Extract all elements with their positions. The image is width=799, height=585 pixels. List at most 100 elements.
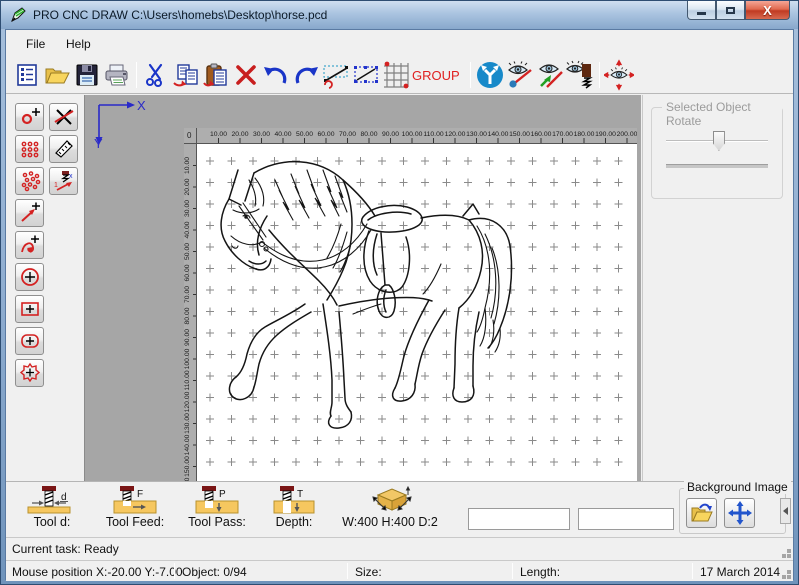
- redo-icon[interactable]: [291, 60, 321, 90]
- svg-text:170.00: 170.00: [552, 131, 573, 138]
- eye-drill-icon[interactable]: [565, 60, 595, 90]
- skew-select-icon[interactable]: [321, 60, 351, 90]
- svg-text:190.00: 190.00: [595, 131, 616, 138]
- client-area: File Help GROUP: [5, 29, 794, 580]
- add-circle-tool[interactable]: [15, 263, 44, 291]
- ruler-origin: 0: [184, 128, 197, 144]
- add-rectangle-tool[interactable]: [15, 295, 44, 323]
- axis-x-label: X: [137, 99, 146, 113]
- svg-text:F: F: [137, 489, 143, 500]
- print-icon[interactable]: [102, 60, 132, 90]
- svg-text:90.00: 90.00: [382, 131, 399, 138]
- maximize-icon: [726, 7, 735, 14]
- add-gear-tool[interactable]: [15, 359, 44, 387]
- background-move-button[interactable]: [724, 498, 755, 528]
- measure-ruler-tool[interactable]: [49, 135, 78, 163]
- menu-help[interactable]: Help: [60, 35, 97, 53]
- close-button[interactable]: X: [745, 1, 790, 20]
- axis-indicator: X Y: [93, 99, 153, 149]
- mouse-position-text: Mouse position X:-20.00 Y:-7.00: [12, 565, 183, 579]
- h-ruler: 10.0020.0030.0040.0050.0060.0070.0080.00…: [197, 128, 637, 144]
- eye-move-icon[interactable]: [604, 60, 634, 90]
- rotate-slider-track[interactable]: [666, 140, 768, 142]
- workpiece-dimensions: W:400 H:400 D:2: [342, 486, 438, 529]
- horse-drawing[interactable]: [205, 154, 535, 444]
- menu-file[interactable]: File: [20, 35, 51, 53]
- open-folder-icon[interactable]: [42, 60, 72, 90]
- paste-icon[interactable]: [201, 60, 231, 90]
- close-icon: X: [763, 4, 772, 17]
- tool-d-label: Tool d:: [20, 515, 84, 529]
- dot-grid-tool[interactable]: [15, 135, 44, 163]
- undo-icon[interactable]: [261, 60, 291, 90]
- cross-line-tool[interactable]: [49, 103, 78, 131]
- svg-text:100.00: 100.00: [402, 131, 423, 138]
- left-arrow-icon: [783, 507, 788, 515]
- svg-text:180.00: 180.00: [574, 131, 595, 138]
- svg-text:70.00: 70.00: [339, 131, 356, 138]
- add-point-tool[interactable]: [15, 103, 44, 131]
- maximize-button[interactable]: [716, 1, 745, 20]
- group-label[interactable]: GROUP: [412, 68, 460, 83]
- dot-scatter-tool[interactable]: [15, 167, 44, 195]
- drill-depth-icon: T: [264, 486, 324, 514]
- svg-text:60.00: 60.00: [184, 264, 191, 281]
- new-list-icon[interactable]: [12, 60, 42, 90]
- delete-icon[interactable]: [231, 60, 261, 90]
- title-bar[interactable]: PRO CNC DRAW C:\Users\homebs\Desktop\hor…: [1, 1, 798, 29]
- status-separator: [174, 563, 175, 579]
- svg-text:T: T: [297, 489, 303, 500]
- eye-point-icon[interactable]: [505, 60, 535, 90]
- tool-depth-label: Depth:: [264, 515, 324, 529]
- grid-group-icon[interactable]: [381, 60, 411, 90]
- svg-text:30.00: 30.00: [184, 200, 191, 217]
- svg-text:110.00: 110.00: [184, 370, 191, 391]
- tool-pass-label: Tool Pass:: [184, 515, 250, 529]
- background-open-button[interactable]: [686, 498, 717, 528]
- menu-bar: File Help: [6, 30, 793, 57]
- move-icon: [728, 501, 752, 525]
- bottom-toolbar: d Tool d: F Tool Feed:: [6, 481, 793, 537]
- param-input-1[interactable]: [468, 508, 570, 530]
- tool-pass[interactable]: P Tool Pass:: [184, 486, 250, 529]
- rotate-group-label: Selected Object Rotate: [662, 100, 782, 128]
- node-select-icon[interactable]: [351, 60, 381, 90]
- background-image-group: Background Image: [679, 488, 786, 534]
- drill-steps-tool[interactable]: 1x: [49, 167, 78, 195]
- tool-depth[interactable]: T Depth:: [264, 486, 324, 529]
- drawing-canvas[interactable]: [197, 144, 637, 481]
- svg-text:110.00: 110.00: [423, 131, 444, 138]
- eye-arrow-icon[interactable]: [535, 60, 565, 90]
- param-input-2[interactable]: [578, 508, 674, 530]
- add-line-tool[interactable]: [15, 199, 44, 227]
- add-curve-tool[interactable]: [15, 231, 44, 259]
- add-rounded-rectangle-tool[interactable]: [15, 327, 44, 355]
- svg-text:P: P: [219, 489, 226, 500]
- dimensions-label: W:400 H:400 D:2: [342, 515, 438, 529]
- tool-feed[interactable]: F Tool Feed:: [102, 486, 168, 529]
- fork-direction-icon[interactable]: [475, 60, 505, 90]
- save-icon[interactable]: [72, 60, 102, 90]
- copy-icon[interactable]: [171, 60, 201, 90]
- svg-text:160.00: 160.00: [531, 131, 552, 138]
- svg-text:50.00: 50.00: [296, 131, 313, 138]
- minimize-button[interactable]: [687, 1, 716, 20]
- panel-collapse-button[interactable]: [780, 498, 791, 524]
- svg-text:100.00: 100.00: [184, 348, 191, 369]
- svg-text:40.00: 40.00: [274, 131, 291, 138]
- cut-icon[interactable]: [141, 60, 171, 90]
- svg-text:50.00: 50.00: [184, 243, 191, 260]
- rotate-slider-thumb[interactable]: [713, 131, 725, 151]
- canvas-area[interactable]: X Y 0 10.0020.0030.0040.0050.0060.0070.0…: [84, 95, 641, 481]
- tool-feed-label: Tool Feed:: [102, 515, 168, 529]
- resize-grip[interactable]: [787, 575, 791, 579]
- svg-text:140.00: 140.00: [184, 434, 191, 455]
- toolbar-separator: [136, 62, 137, 88]
- rotate-lower-bar: [666, 164, 768, 168]
- window-title: PRO CNC DRAW C:\Users\homebs\Desktop\hor…: [33, 8, 327, 22]
- resize-grip[interactable]: [787, 554, 791, 558]
- tool-diameter[interactable]: d Tool d:: [20, 486, 84, 529]
- size-text: Size:: [355, 565, 382, 579]
- axis-y-label: Y: [94, 136, 103, 149]
- app-pencil-icon: [10, 7, 26, 23]
